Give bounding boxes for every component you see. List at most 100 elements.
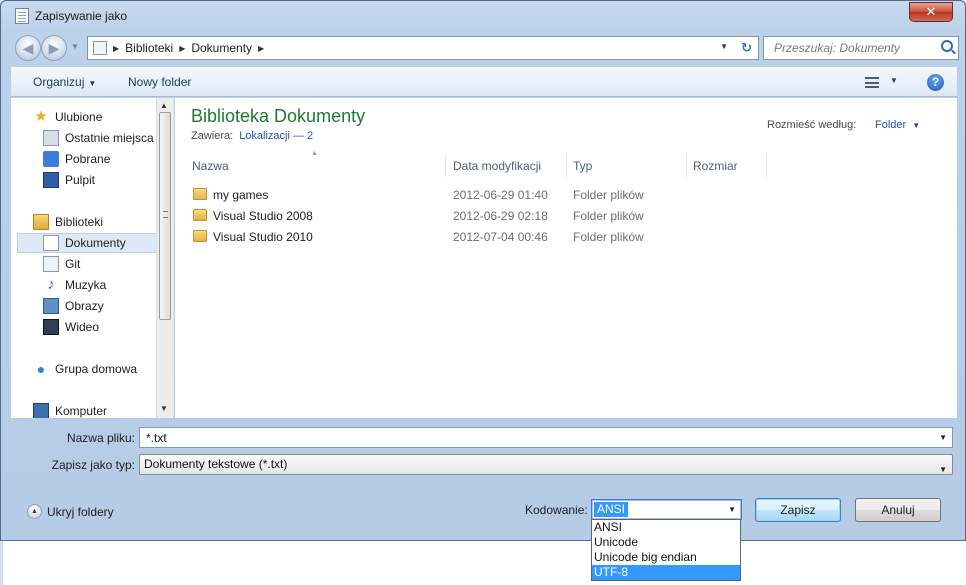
arrange-by-dropdown[interactable]: Folder ▼ [875,119,920,131]
filename-label: Nazwa pliku: [66,431,135,445]
encoding-option-utf8[interactable]: UTF-8 [592,565,740,580]
search-input[interactable] [764,37,934,59]
breadcrumb-separator-icon[interactable]: ▶ [113,44,119,53]
libraries-icon [33,214,49,230]
file-date: 2012-06-29 02:18 [453,209,548,223]
encoding-value: ANSI [594,502,629,517]
file-type: Folder plików [573,188,644,202]
sidebar-item-label: Muzyka [65,278,107,292]
file-row[interactable]: Visual Studio 2010 2012-07-04 00:46 Fold… [189,227,689,247]
save-button[interactable]: Zapisz [755,498,841,522]
search-icon[interactable] [941,40,953,52]
scroll-up-icon[interactable]: ▲ [160,101,168,110]
refresh-icon[interactable]: ↻ [741,40,752,56]
forward-arrow-icon: ▶ [48,40,60,56]
sidebar-item-libraries[interactable]: Biblioteki [33,212,173,232]
sidebar-item-label: Komputer [55,404,108,418]
sidebar-item-recent-places[interactable]: Ostatnie miejsca [43,128,173,148]
navigation-scrollbar[interactable]: ▲ ▼ [156,98,173,418]
folder-icon [193,230,207,242]
sidebar-item-documents[interactable]: Dokumenty [17,233,157,253]
view-options-icon[interactable] [865,77,879,88]
video-icon [43,319,59,335]
encoding-label: Kodowanie: [525,503,588,517]
sidebar-item-homegroup[interactable]: ● Grupa domowa [33,359,173,379]
filename-input[interactable] [140,428,920,447]
forward-button[interactable]: ▶ [41,35,67,61]
command-bar: Organizuj ▼ Nowy folder ▼ ? [11,67,957,97]
homegroup-icon: ● [36,361,46,377]
column-header-size[interactable]: Rozmiar [687,154,767,178]
recent-pages-dropdown[interactable]: ▼ [71,42,79,51]
help-icon[interactable]: ? [927,74,944,91]
title-bar[interactable]: Zapisywanie jako ✕ [1,1,965,31]
save-as-type-select[interactable]: Dokumenty tekstowe (*.txt) ▼ [139,454,953,475]
sidebar-item-desktop[interactable]: Pulpit [43,170,173,190]
column-header-date[interactable]: Data modyfikacji [447,154,567,178]
desktop-icon [43,172,59,188]
window-title: Zapisywanie jako [35,9,128,23]
file-date: 2012-07-04 00:46 [453,230,548,244]
breadcrumb-separator-icon[interactable]: ▶ [179,44,185,53]
filename-dropdown-icon[interactable]: ▼ [939,433,947,442]
navigation-row: ◀ ▶ ▼ ▶ Biblioteki ▶ Dokumenty ▶ ▼ ↻ [11,35,959,61]
encoding-select[interactable]: ANSI ▼ [591,499,742,520]
sidebar-item-label: Ostatnie miejsca [65,131,154,145]
file-name: Visual Studio 2010 [213,230,313,244]
breadcrumb-dokumenty[interactable]: Dokumenty [191,41,252,55]
view-dropdown-icon[interactable]: ▼ [890,76,898,85]
file-date: 2012-06-29 01:40 [453,188,548,202]
sidebar-item-favorites[interactable]: ★ Ulubione [33,107,173,127]
file-row[interactable]: my games 2012-06-29 01:40 Folder plików [189,185,689,205]
sidebar-item-pictures[interactable]: Obrazy [43,296,173,316]
sidebar-item-video[interactable]: Wideo [43,317,173,337]
file-row[interactable]: Visual Studio 2008 2012-06-29 02:18 Fold… [189,206,689,226]
encoding-option-unicode[interactable]: Unicode [592,535,740,550]
location-icon [93,41,107,55]
background-edge [0,541,3,585]
hide-folders-label: Ukryj foldery [47,504,114,519]
back-button[interactable]: ◀ [15,35,41,61]
chevron-down-icon: ▼ [912,121,921,130]
locations-link[interactable]: Lokalizacji — 2 [239,130,313,142]
close-button[interactable]: ✕ [909,2,953,22]
save-as-type-label: Zapisz jako typ: [51,458,135,472]
sidebar-item-git[interactable]: Git [43,254,173,274]
column-header-name[interactable]: Nazwa [186,154,446,178]
sidebar-item-computer[interactable]: Komputer [33,401,173,418]
notepad-icon [15,8,29,24]
sidebar-item-downloads[interactable]: Pobrane [43,149,173,169]
navigation-pane: ★ Ulubione Ostatnie miejsca Pobrane Pulpi… [11,98,174,418]
contains-label: Zawiera: [191,130,234,142]
organize-button[interactable]: Organizuj ▼ [33,75,96,89]
column-header-type[interactable]: Typ [567,154,687,178]
file-list-pane: Biblioteka Dokumenty Zawiera: Lokalizacji… [175,98,957,418]
address-bar[interactable]: ▶ Biblioteki ▶ Dokumenty ▶ ▼ ↻ [87,36,759,60]
hide-folders-button[interactable]: ▲ Ukryj foldery [27,504,114,519]
star-icon: ★ [34,108,48,125]
cancel-button[interactable]: Anuluj [855,498,941,522]
sidebar-item-label: Git [65,257,81,271]
save-form: Nazwa pliku: ▼ Zapisz jako typ: Dokument… [11,418,957,542]
sidebar-item-label: Dokumenty [65,236,126,250]
scroll-thumb[interactable] [159,112,171,320]
arrange-by-value: Folder [875,119,907,131]
encoding-option-unicode-big-endian[interactable]: Unicode big endian [592,550,740,565]
computer-icon [33,403,49,418]
new-folder-button[interactable]: Nowy folder [128,75,191,89]
search-box [763,36,959,60]
encoding-dropdown-list: ANSI Unicode Unicode big endian UTF-8 [591,519,741,581]
breadcrumb-separator-icon[interactable]: ▶ [258,44,264,53]
filename-combobox: ▼ [139,427,953,448]
file-type: Folder plików [573,209,644,223]
encoding-option-ansi[interactable]: ANSI [592,520,740,535]
downloads-icon [43,151,59,167]
back-arrow-icon: ◀ [22,40,34,56]
collapse-up-icon: ▲ [27,504,42,519]
breadcrumb-biblioteki[interactable]: Biblioteki [125,41,173,55]
folder-icon [193,209,207,221]
sidebar-item-label: Pulpit [65,173,96,187]
address-dropdown-icon[interactable]: ▼ [720,42,728,51]
sidebar-item-music[interactable]: ♪ Muzyka [43,275,173,295]
scroll-down-icon[interactable]: ▼ [160,404,168,413]
